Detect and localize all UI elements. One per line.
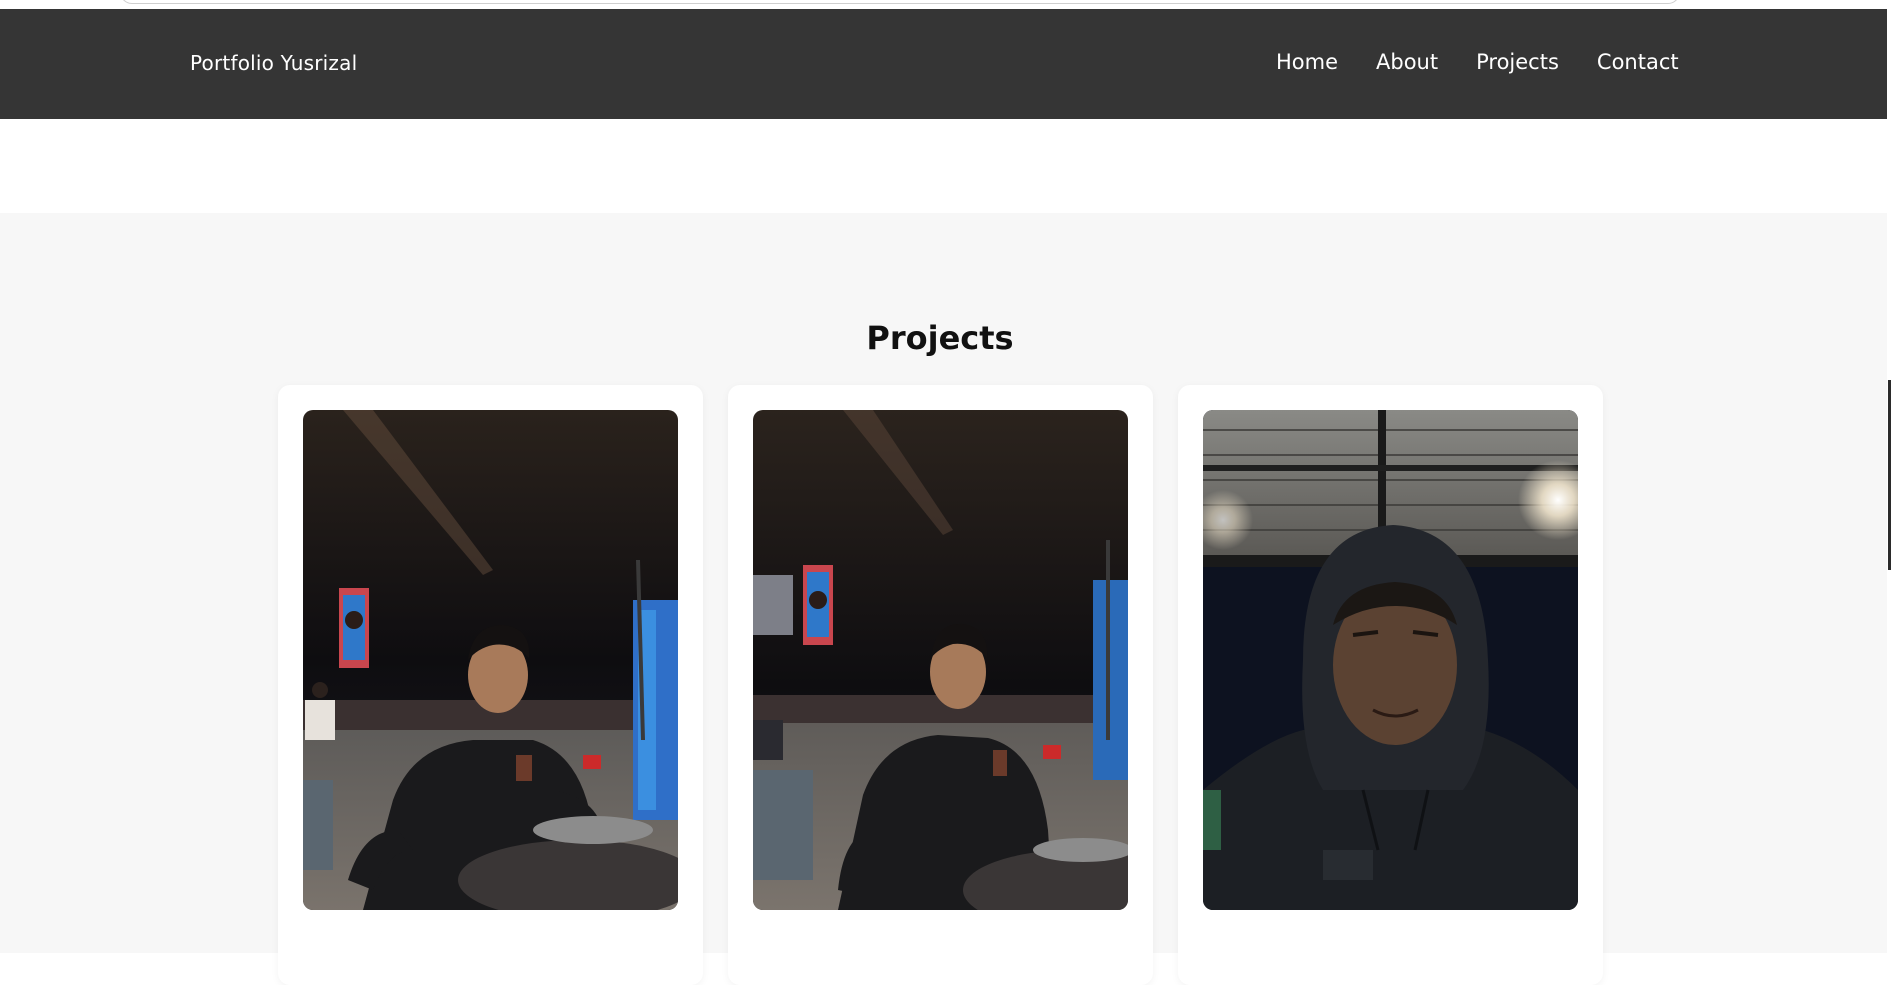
nav-link-about[interactable]: About: [1376, 50, 1438, 74]
project-card[interactable]: [278, 385, 703, 985]
brand-logo[interactable]: Portfolio Yusrizal: [190, 51, 357, 75]
projects-title: Projects: [866, 319, 1014, 357]
project-photo-illustration: [303, 410, 678, 910]
project-photo-night-seated: [303, 410, 678, 910]
project-photo-illustration: [1203, 410, 1578, 910]
project-photo-illustration: [753, 410, 1128, 910]
main-nav: Home About Projects Contact: [1276, 50, 1679, 74]
browser-address-edge: [120, 0, 1680, 4]
navbar: Portfolio Yusrizal Home About Projects C…: [0, 9, 1887, 119]
nav-link-projects[interactable]: Projects: [1476, 50, 1559, 74]
project-card[interactable]: [1178, 385, 1603, 985]
projects-section: Projects: [0, 213, 1887, 985]
nav-link-contact[interactable]: Contact: [1597, 50, 1679, 74]
project-photo-hooded-selfie: [1203, 410, 1578, 910]
hero-bottom-band: [0, 119, 1887, 213]
project-card[interactable]: [728, 385, 1153, 985]
nav-link-home[interactable]: Home: [1276, 50, 1338, 74]
project-photo-night-side: [753, 410, 1128, 910]
browser-top-strip: [0, 0, 1891, 9]
